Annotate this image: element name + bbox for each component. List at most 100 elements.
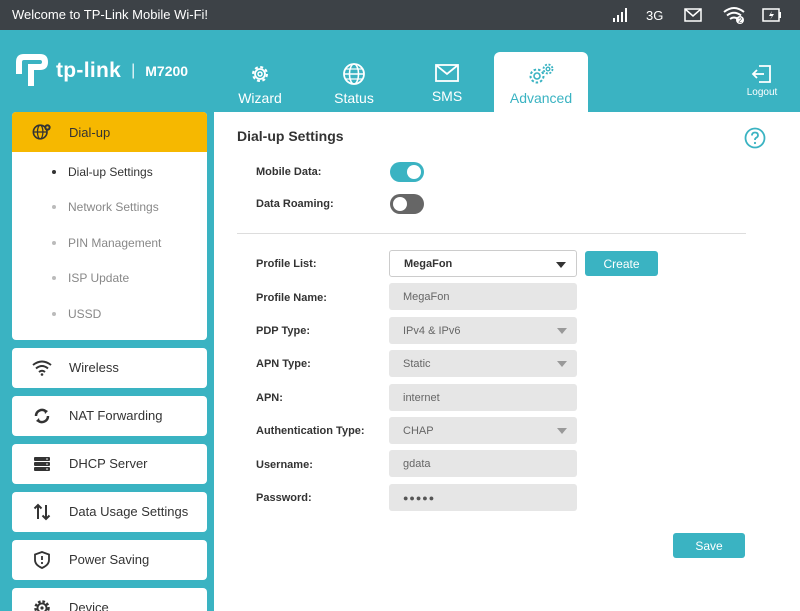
bullet (52, 276, 56, 281)
toggle-knob (393, 197, 407, 211)
username-field[interactable]: gdata (389, 450, 577, 477)
pdp-type-value: IPv4 & IPv6 (403, 324, 461, 337)
apn-field[interactable]: internet (389, 384, 577, 411)
welcome-text: Welcome to TP-Link Mobile Wi-Fi! (12, 7, 209, 22)
bullet (52, 169, 56, 174)
auth-type-label: Authentication Type: (256, 425, 365, 437)
sidebar-item-data-usage-settings[interactable]: Data Usage Settings (12, 492, 207, 532)
apn-value: internet (403, 391, 440, 404)
status-bar: Welcome to TP-Link Mobile Wi-Fi! 3G 2 (0, 0, 800, 30)
data-roaming-toggle[interactable] (390, 194, 424, 214)
bullet (52, 205, 56, 210)
sidebar-item-label: Device (69, 600, 109, 611)
sidebar-item-dhcp-server[interactable]: DHCP Server (12, 444, 207, 484)
brand-name: tp-link (56, 59, 122, 82)
sidebar-group-power-saving: Power Saving (12, 539, 207, 580)
submenu-label: Dial-up Settings (68, 164, 153, 179)
chevron-down-icon (557, 328, 567, 334)
sidebar-group-nat: NAT Forwarding (12, 395, 207, 436)
divider (237, 233, 746, 234)
network-type: 3G (646, 7, 664, 23)
logout-button[interactable]: Logout (740, 64, 784, 98)
globe-icon (343, 63, 365, 85)
submenu-label: USSD (68, 306, 102, 321)
tab-advanced[interactable]: Advanced (494, 52, 588, 112)
signal-icon (612, 5, 628, 25)
sidebar-item-device[interactable]: Device (12, 588, 207, 611)
sidebar-item-label: Wireless (69, 360, 119, 375)
profile-list-select[interactable]: MegaFon (389, 250, 577, 277)
auth-type-value: CHAP (403, 424, 434, 437)
sidebar-group-data-usage: Data Usage Settings (12, 491, 207, 532)
chevron-down-icon (557, 428, 567, 434)
submenu-dialup-settings[interactable]: Dial-up Settings (12, 154, 207, 190)
mail-icon (435, 64, 459, 82)
sidebar-item-label: Dial-up (69, 124, 111, 140)
sidebar-item-label: Data Usage Settings (69, 504, 189, 519)
dialup-submenu: Dial-up Settings Network Settings PIN Ma… (12, 152, 207, 340)
bullet (52, 311, 56, 316)
sidebar-item-nat-forwarding[interactable]: NAT Forwarding (12, 396, 207, 436)
globe-gear-icon (32, 122, 52, 142)
sidebar-item-label: Power Saving (69, 552, 150, 567)
sidebar-item-label: DHCP Server (69, 456, 148, 471)
create-button[interactable]: Create (585, 251, 658, 276)
submenu-label: Network Settings (68, 200, 159, 215)
tab-sms-label: SMS (431, 88, 463, 104)
gear-icon (32, 599, 52, 611)
sidebar-item-wireless[interactable]: Wireless (12, 348, 207, 388)
sidebar-group-dhcp: DHCP Server (12, 443, 207, 484)
tab-status-label: Status (334, 90, 374, 106)
tab-wizard[interactable]: Wizard (213, 52, 307, 112)
submenu-ussd[interactable]: USSD (12, 296, 207, 332)
tab-status[interactable]: Status (307, 52, 401, 112)
help-icon[interactable] (744, 127, 766, 154)
model-name: M7200 (145, 63, 189, 79)
sidebar-item-power-saving[interactable]: Power Saving (12, 540, 207, 580)
submenu-network-settings[interactable]: Network Settings (12, 190, 207, 226)
profile-list-label: Profile List: (256, 258, 317, 270)
username-value: gdata (403, 457, 431, 470)
logo: tp-link | M7200 (12, 52, 188, 90)
sidebar-group-wireless: Wireless (12, 347, 207, 388)
sidebar-item-dialup[interactable]: Dial-up (12, 112, 207, 152)
submenu-label: ISP Update (68, 271, 130, 286)
logout-icon (751, 65, 771, 83)
bullet (52, 240, 56, 245)
submenu-pin-management[interactable]: PIN Management (12, 225, 207, 261)
nat-icon (32, 407, 52, 425)
toggle-knob (407, 165, 421, 179)
profile-name-value: MegaFon (403, 290, 450, 303)
tab-sms[interactable]: SMS (400, 52, 494, 112)
profile-name-field[interactable]: MegaFon (389, 283, 577, 310)
password-value: ●●●●● (403, 492, 436, 503)
tp-link-logo-icon (16, 54, 48, 86)
main-panel: Dial-up Settings Mobile Data: Data Roami… (214, 112, 800, 611)
chevron-down-icon (557, 361, 567, 367)
mail-icon[interactable] (684, 5, 702, 25)
sidebar-group-dialup: Dial-up Dial-up Settings Network Setting… (12, 112, 207, 340)
profile-name-label: Profile Name: (256, 292, 327, 304)
gears-icon (529, 63, 554, 84)
pdp-type-select[interactable]: IPv4 & IPv6 (389, 317, 577, 344)
auth-type-select[interactable]: CHAP (389, 417, 577, 444)
username-label: Username: (256, 459, 313, 471)
sidebar-group-device: Device (12, 587, 207, 611)
mobile-data-toggle[interactable] (390, 162, 424, 182)
server-icon (32, 456, 52, 472)
header: tp-link | M7200 Wizard Status SMS Advanc… (0, 30, 800, 112)
apn-type-value: Static (403, 357, 431, 370)
password-field[interactable]: ●●●●● (389, 484, 577, 511)
wifi-icon (32, 360, 52, 376)
page-title: Dial-up Settings (237, 128, 344, 144)
gear-icon (252, 66, 268, 82)
apn-type-select[interactable]: Static (389, 350, 577, 377)
submenu-isp-update[interactable]: ISP Update (12, 261, 207, 297)
save-button[interactable]: Save (673, 533, 745, 558)
svg-text:2: 2 (738, 18, 742, 25)
tab-advanced-label: Advanced (509, 90, 573, 106)
logout-label: Logout (746, 87, 778, 98)
shield-icon (32, 550, 52, 569)
sidebar: Dial-up Dial-up Settings Network Setting… (12, 112, 207, 611)
tab-wizard-label: Wizard (238, 90, 282, 106)
